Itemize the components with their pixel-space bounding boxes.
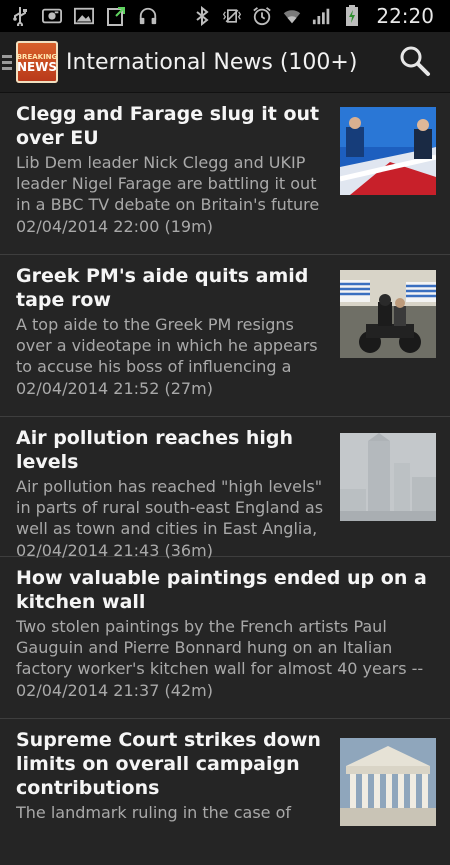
bluetooth-icon [192, 6, 212, 26]
article-date: 02/04/2014 21:52 (27m) [16, 379, 213, 398]
vibrate-icon [222, 6, 242, 26]
article-headline: How valuable paintings ended up on a kit… [16, 567, 427, 613]
article-date: 02/04/2014 21:37 (42m) [16, 681, 213, 700]
headphones-icon [138, 6, 158, 26]
logo-line2: NEWS [16, 60, 58, 74]
article-summary: Two stolen paintings by the French artis… [16, 617, 424, 678]
news-feed: Clegg and Farage slug it out over EU Lib… [0, 93, 450, 826]
usb-icon [10, 6, 30, 26]
article-summary: Lib Dem leader Nick Clegg and UKIP leade… [16, 153, 320, 214]
image-icon [74, 6, 94, 26]
article-headline: Air pollution reaches high levels [16, 427, 294, 473]
article-headline: Supreme Court strikes down limits on ove… [16, 729, 321, 799]
search-button[interactable] [398, 44, 432, 78]
article-item[interactable]: Clegg and Farage slug it out over EU Lib… [0, 93, 450, 255]
article-item[interactable]: Air pollution reaches high levels Air po… [0, 417, 450, 560]
article-headline: Greek PM's aide quits amid tape row [16, 265, 309, 311]
signal-icon [312, 6, 332, 26]
article-date: 02/04/2014 22:00 (19m) [16, 217, 213, 236]
battery-charging-icon [342, 5, 362, 26]
article-thumbnail [340, 107, 436, 195]
download-icon [106, 6, 126, 26]
alarm-icon [252, 6, 272, 26]
drawer-menu-icon[interactable] [2, 54, 12, 70]
app-bar: BREAKING NEWS International News (100+) [0, 32, 450, 93]
article-item[interactable]: Supreme Court strikes down limits on ove… [0, 719, 450, 826]
article-headline: Clegg and Farage slug it out over EU [16, 103, 320, 149]
article-item[interactable]: Greek PM's aide quits amid tape row A to… [0, 255, 450, 417]
photo-icon [42, 6, 62, 26]
article-summary: The landmark ruling in the case of [16, 803, 292, 822]
wifi-icon [282, 6, 302, 26]
clock: 22:20 [376, 4, 434, 28]
article-thumbnail [340, 433, 436, 521]
search-icon [400, 46, 430, 76]
article-thumbnail [340, 270, 436, 358]
app-title: International News (100+) [66, 49, 358, 75]
article-summary: A top aide to the Greek PM resigns over … [16, 315, 318, 376]
article-thumbnail [340, 738, 436, 826]
app-logo[interactable]: BREAKING NEWS [16, 41, 58, 83]
article-item[interactable]: How valuable paintings ended up on a kit… [0, 557, 450, 719]
article-summary: Air pollution has reached "high levels" … [16, 477, 324, 538]
status-bar: 22:20 [0, 0, 450, 32]
